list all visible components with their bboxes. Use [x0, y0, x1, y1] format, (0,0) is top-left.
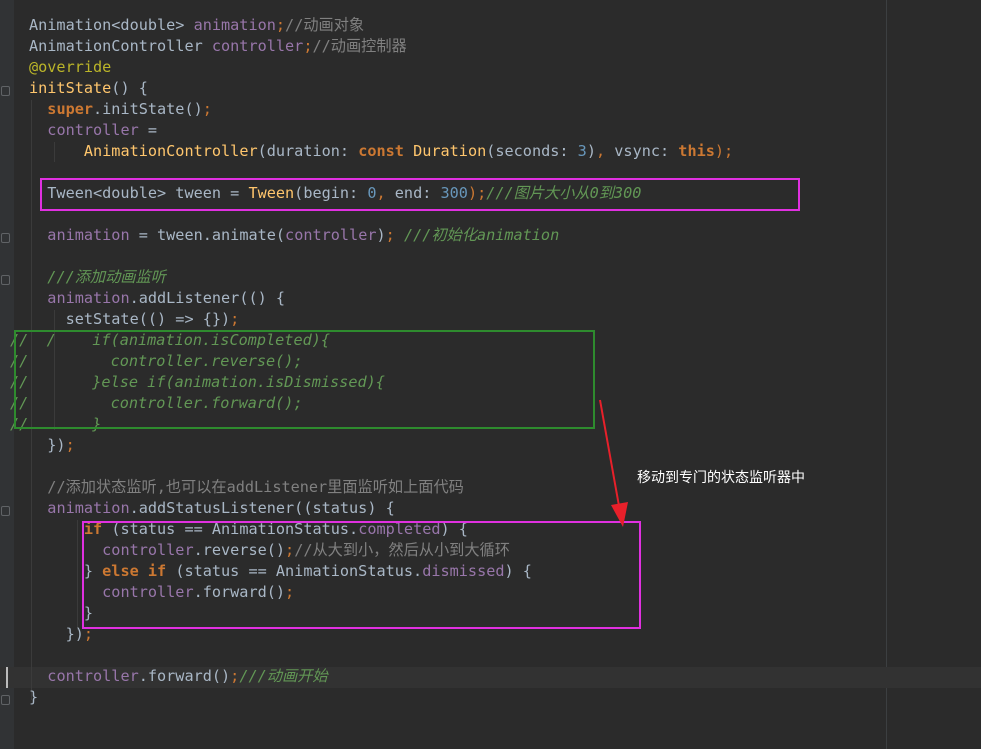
annotation-arrow	[599, 399, 628, 527]
annotation-note: 移动到专门的状态监听器中	[637, 470, 805, 486]
